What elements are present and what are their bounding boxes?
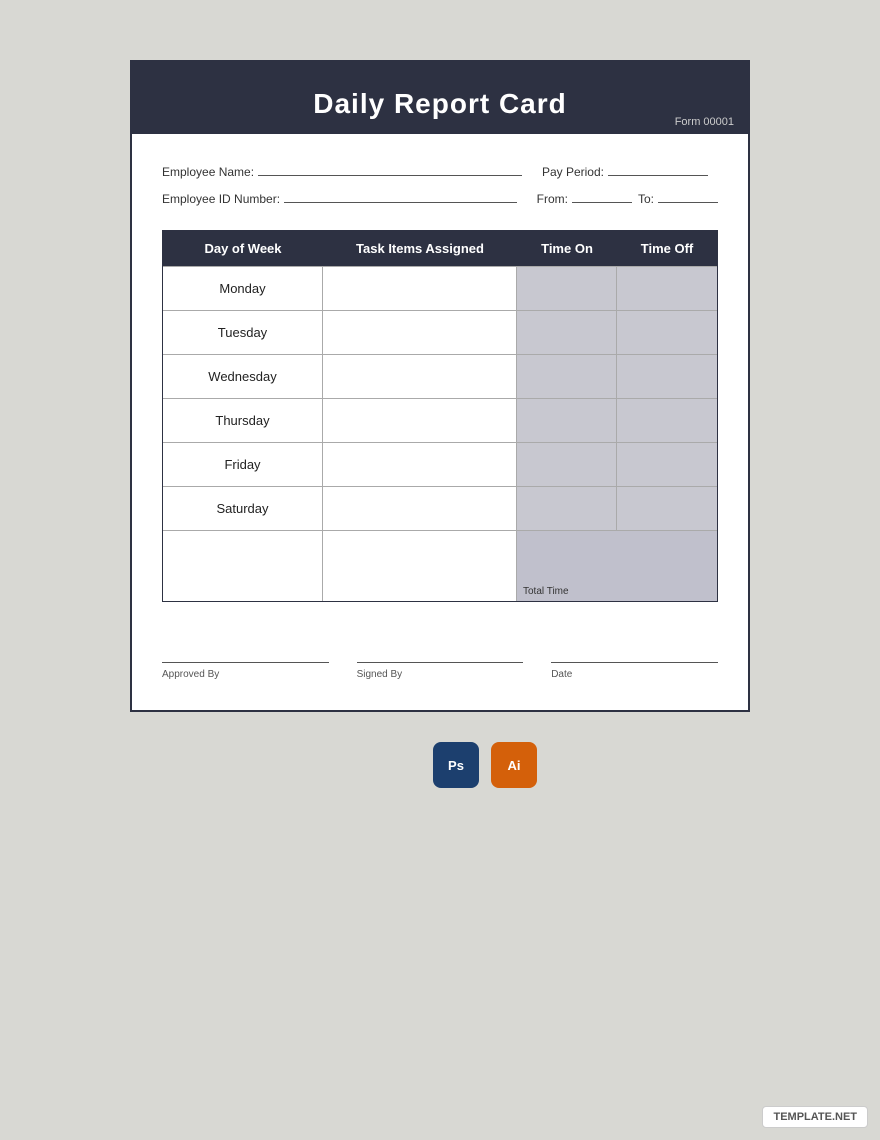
date-section: Date	[551, 662, 718, 680]
task-tuesday	[323, 311, 517, 354]
day-tuesday: Tuesday	[163, 311, 323, 354]
photoshop-icon: Ps	[433, 742, 479, 788]
table-row: Wednesday	[163, 354, 717, 398]
header-time-off: Time Off	[617, 231, 717, 266]
form-number: Form 00001	[675, 116, 734, 128]
from-line	[572, 189, 632, 203]
time-off-thursday	[617, 399, 717, 442]
illustrator-icon: Ai	[491, 742, 537, 788]
table-row: Monday	[163, 266, 717, 310]
approved-by-section: Approved By	[162, 662, 329, 680]
task-friday	[323, 443, 517, 486]
header-task: Task Items Assigned	[323, 231, 517, 266]
total-time-label: Total Time	[523, 586, 711, 597]
top-bar	[132, 62, 748, 70]
time-off-tuesday	[617, 311, 717, 354]
employee-name-label: Employee Name:	[162, 165, 254, 179]
total-time-cell: Total Time	[517, 531, 717, 601]
document-body: Employee Name: Pay Period: Employee ID N…	[132, 134, 748, 710]
time-off-saturday	[617, 487, 717, 530]
time-off-wednesday	[617, 355, 717, 398]
time-on-thursday	[517, 399, 617, 442]
document-header: Daily Report Card Form 00001	[132, 70, 748, 134]
employee-id-line	[284, 189, 517, 203]
total-empty-task	[323, 531, 517, 601]
pay-period-line	[608, 162, 708, 176]
total-row: Total Time	[163, 530, 717, 601]
table-row: Friday	[163, 442, 717, 486]
header-time-on: Time On	[517, 231, 617, 266]
time-on-tuesday	[517, 311, 617, 354]
signed-by-label: Signed By	[357, 669, 403, 680]
app-icons-section: Ps Ai	[343, 742, 537, 788]
day-thursday: Thursday	[163, 399, 323, 442]
weekly-table: Day of Week Task Items Assigned Time On …	[162, 230, 718, 602]
employee-name-row: Employee Name: Pay Period:	[162, 162, 718, 179]
day-monday: Monday	[163, 267, 323, 310]
employee-id-row: Employee ID Number: From: To:	[162, 189, 718, 206]
employee-id-label: Employee ID Number:	[162, 192, 280, 206]
document-title: Daily Report Card	[152, 88, 728, 120]
task-saturday	[323, 487, 517, 530]
pay-period-label: Pay Period:	[542, 165, 604, 179]
to-label: To:	[638, 192, 654, 206]
time-on-saturday	[517, 487, 617, 530]
document-card: Daily Report Card Form 00001 Employee Na…	[130, 60, 750, 712]
template-badge: TEMPLATE.NET	[762, 1106, 868, 1128]
task-thursday	[323, 399, 517, 442]
table-header-row: Day of Week Task Items Assigned Time On …	[163, 231, 717, 266]
day-saturday: Saturday	[163, 487, 323, 530]
day-wednesday: Wednesday	[163, 355, 323, 398]
task-monday	[323, 267, 517, 310]
fields-section: Employee Name: Pay Period: Employee ID N…	[162, 162, 718, 206]
header-day: Day of Week	[163, 231, 323, 266]
date-label: Date	[551, 669, 572, 680]
approved-by-label: Approved By	[162, 669, 219, 680]
table-row: Thursday	[163, 398, 717, 442]
signed-by-line	[357, 662, 524, 663]
table-row: Saturday	[163, 486, 717, 530]
time-on-wednesday	[517, 355, 617, 398]
table-row: Tuesday	[163, 310, 717, 354]
signed-by-section: Signed By	[357, 662, 524, 680]
signatures-section: Approved By Signed By Date	[162, 642, 718, 680]
to-line	[658, 189, 718, 203]
day-friday: Friday	[163, 443, 323, 486]
task-wednesday	[323, 355, 517, 398]
employee-name-line	[258, 162, 522, 176]
time-off-friday	[617, 443, 717, 486]
time-on-friday	[517, 443, 617, 486]
from-label: From:	[537, 192, 568, 206]
approved-by-line	[162, 662, 329, 663]
total-empty-day	[163, 531, 323, 601]
date-line	[551, 662, 718, 663]
time-on-monday	[517, 267, 617, 310]
time-off-monday	[617, 267, 717, 310]
